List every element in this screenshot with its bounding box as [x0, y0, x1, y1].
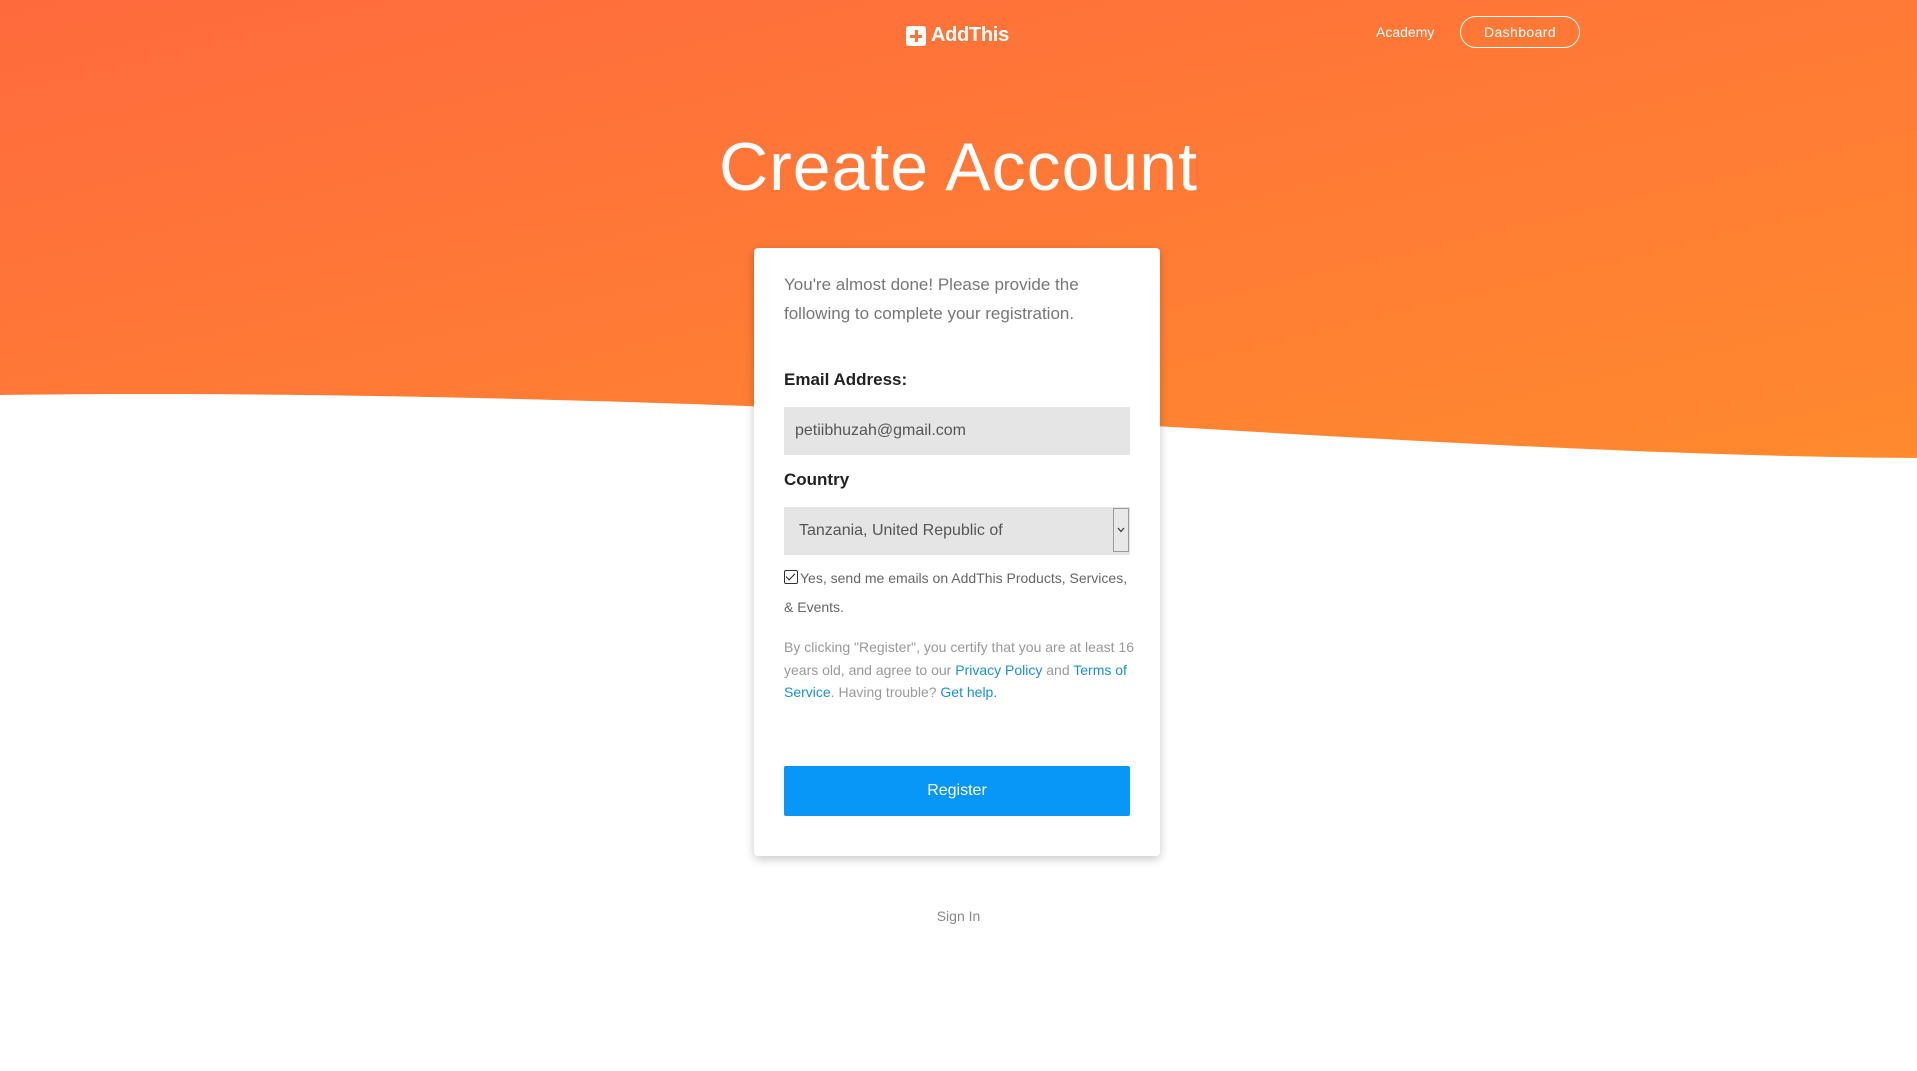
country-select[interactable]: Tanzania, United Republic of	[784, 507, 1130, 555]
nav-academy-link[interactable]: Academy	[1376, 24, 1434, 40]
trouble-text: . Having trouble?	[830, 684, 937, 700]
page: AddThis Academy Dashboard Create Account…	[0, 0, 1917, 1071]
registration-card: You're almost done! Please provide the f…	[754, 248, 1160, 856]
legal-and: and	[1046, 661, 1070, 678]
get-help-link-period: .	[993, 684, 998, 700]
privacy-policy-link[interactable]: Privacy Policy	[955, 662, 1042, 678]
legal-notice: By clicking "Register", you certify that…	[784, 636, 1134, 704]
register-button[interactable]: Register	[784, 766, 1130, 816]
newsletter-label[interactable]: Yes, send me emails on AddThis Products,…	[784, 570, 1127, 615]
email-label: Email Address:	[784, 370, 908, 389]
newsletter-checkbox[interactable]	[784, 570, 798, 584]
chevron-down-icon[interactable]	[1113, 508, 1129, 552]
header: AddThis Academy Dashboard	[0, 0, 1917, 70]
plus-icon	[906, 25, 926, 46]
logo-text: AddThis	[931, 24, 1009, 46]
sign-in-area: Sign In	[0, 908, 1917, 924]
country-label: Country	[784, 470, 850, 489]
intro-text: You're almost done! Please provide the f…	[784, 275, 1079, 323]
sign-in-link[interactable]: Sign In	[937, 908, 981, 924]
addthis-logo[interactable]: AddThis	[906, 24, 1009, 47]
country-selected-value: Tanzania, United Republic of	[799, 522, 1003, 539]
get-help-link[interactable]: Get help	[940, 684, 993, 700]
dashboard-button[interactable]: Dashboard	[1460, 16, 1580, 48]
email-field[interactable]	[784, 407, 1130, 455]
page-title: Create Account	[719, 129, 1198, 205]
newsletter-option: Yes, send me emails on AddThis Products,…	[784, 564, 1134, 622]
